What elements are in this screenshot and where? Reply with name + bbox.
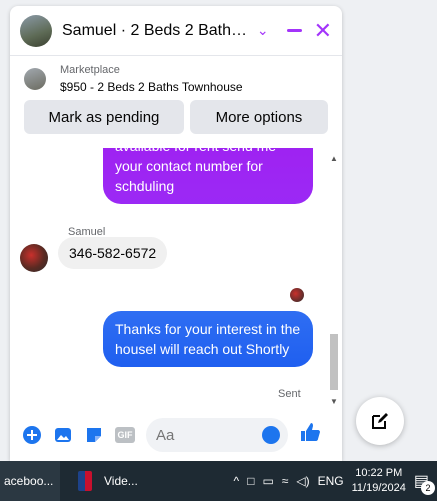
sticker-icon[interactable] bbox=[84, 425, 104, 445]
scroll-down-arrow-icon[interactable]: ▼ bbox=[330, 397, 338, 406]
nba-app-icon[interactable] bbox=[78, 471, 92, 491]
windows-taskbar: aceboo... Vide... ^ □ ▭ ≈ ◁) ENG 10:22 P… bbox=[0, 461, 437, 501]
listing-actions: Mark as pending More options bbox=[10, 94, 342, 134]
notification-icon[interactable]: ▤ 2 bbox=[414, 471, 435, 495]
outgoing-message[interactable]: available for rent send me your contact … bbox=[103, 148, 313, 204]
seen-avatar bbox=[290, 288, 304, 302]
listing-thumbnail bbox=[24, 68, 46, 90]
listing-category: Marketplace bbox=[60, 64, 120, 76]
mark-as-pending-button[interactable]: Mark as pending bbox=[24, 100, 184, 134]
listing-summary: $950 - 2 Beds 2 Baths Townhouse bbox=[60, 80, 243, 94]
wifi-icon[interactable]: ≈ bbox=[282, 474, 289, 488]
incoming-message[interactable]: 346-582-6572 bbox=[58, 237, 168, 269]
compose-icon bbox=[372, 413, 388, 429]
message-status: Sent bbox=[278, 388, 301, 400]
notification-count: 2 bbox=[421, 481, 435, 495]
chat-title[interactable]: Samuel · 2 Beds 2 Baths To... bbox=[62, 22, 249, 40]
plus-icon[interactable] bbox=[22, 425, 42, 445]
clock-time: 10:22 PM bbox=[355, 467, 403, 479]
composer-bar: GIF bbox=[10, 409, 342, 461]
image-icon[interactable] bbox=[53, 425, 73, 445]
like-icon[interactable] bbox=[299, 421, 321, 449]
gif-icon[interactable]: GIF bbox=[115, 427, 135, 443]
system-tray: ^ □ ▭ ≈ ◁) ENG 10:22 PM 11/19/2024 ▤ 2 bbox=[234, 466, 437, 496]
chevron-down-icon[interactable]: ⌄ bbox=[257, 22, 269, 39]
scrollbar-thumb[interactable] bbox=[330, 334, 338, 390]
close-icon[interactable]: ✕ bbox=[314, 19, 332, 42]
clock[interactable]: 10:22 PM 11/19/2024 bbox=[352, 466, 406, 496]
outgoing-message[interactable]: Thanks for your interest in the housel w… bbox=[103, 311, 313, 367]
chat-window: Samuel · 2 Beds 2 Baths To... ⌄ ✕ Market… bbox=[10, 6, 342, 461]
sender-avatar[interactable] bbox=[20, 244, 48, 272]
battery-icon[interactable]: ▭ bbox=[262, 474, 273, 488]
volume-icon[interactable]: ◁) bbox=[296, 474, 309, 488]
more-options-button[interactable]: More options bbox=[189, 100, 328, 134]
taskbar-app-facebook[interactable]: aceboo... bbox=[0, 461, 60, 501]
scroll-up-arrow-icon[interactable]: ▲ bbox=[330, 154, 338, 163]
chat-header: Samuel · 2 Beds 2 Baths To... ⌄ ✕ bbox=[10, 6, 342, 56]
new-message-button[interactable] bbox=[356, 397, 404, 445]
minimize-icon[interactable] bbox=[286, 29, 302, 32]
message-thread: available for rent send me your contact … bbox=[10, 148, 342, 408]
clock-date: 11/19/2024 bbox=[351, 482, 406, 494]
contact-avatar[interactable] bbox=[20, 14, 52, 47]
meet-icon[interactable]: □ bbox=[247, 474, 254, 488]
message-input-field[interactable] bbox=[146, 418, 288, 452]
language-indicator[interactable]: ENG bbox=[318, 474, 344, 488]
taskbar-app-video[interactable]: Vide... bbox=[104, 474, 164, 488]
chevron-up-icon[interactable]: ^ bbox=[234, 474, 240, 488]
message-input[interactable] bbox=[156, 426, 256, 444]
scrollbar[interactable]: ▲ ▼ bbox=[328, 148, 340, 408]
emoji-icon[interactable] bbox=[262, 426, 280, 444]
marketplace-listing[interactable]: Marketplace $950 - 2 Beds 2 Baths Townho… bbox=[10, 56, 342, 94]
